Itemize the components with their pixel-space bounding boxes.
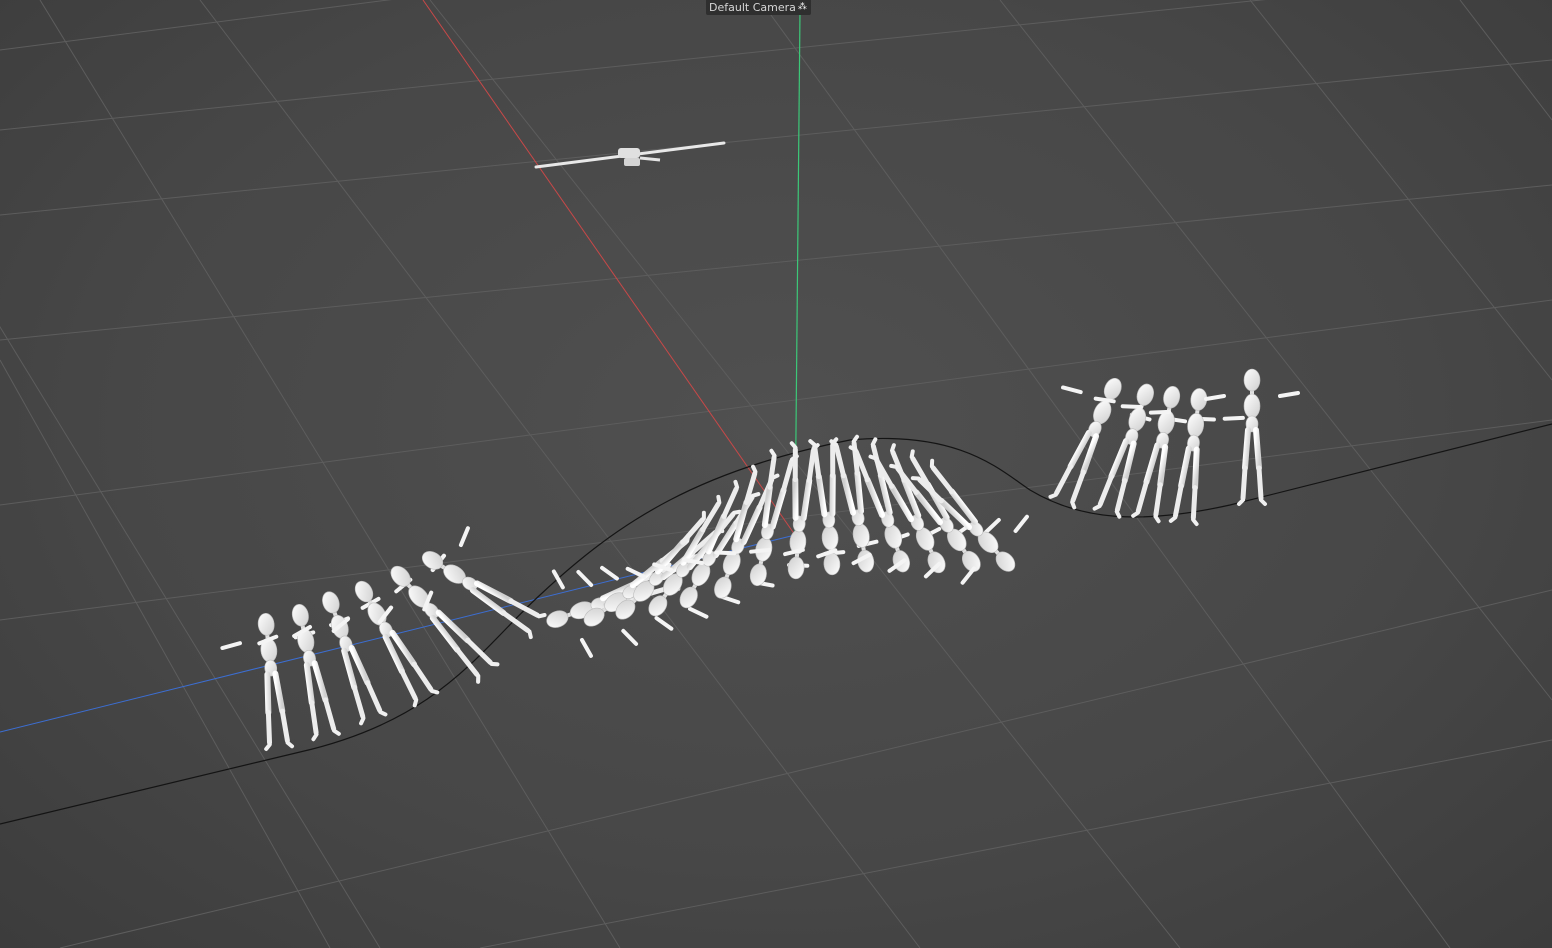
figure-group-left[interactable] xyxy=(219,515,562,752)
figure-group-arc[interactable] xyxy=(531,429,1047,666)
camera-label-text: Default Camera xyxy=(709,1,796,14)
motion-path-spline[interactable] xyxy=(0,423,1552,825)
camera-label[interactable]: Default Camera ⁂ xyxy=(706,0,811,15)
axis-x-line xyxy=(422,0,796,536)
figure-group-right[interactable] xyxy=(1020,360,1298,528)
camera-dots-icon[interactable]: ⁂ xyxy=(798,0,807,15)
viewport-scene[interactable] xyxy=(0,0,1552,948)
floor-grid xyxy=(0,0,1552,948)
3d-viewport[interactable]: Default Camera ⁂ xyxy=(0,0,1552,948)
distant-figure[interactable] xyxy=(534,141,726,169)
